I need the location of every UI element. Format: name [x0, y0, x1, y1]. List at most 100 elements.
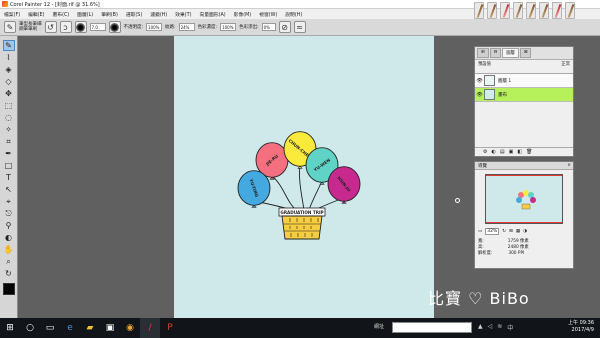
layer-row[interactable]: 👁 圖層 1 [475, 74, 573, 88]
opacity-field[interactable]: 100% [146, 23, 163, 31]
tab-channels[interactable]: ⊞ [477, 48, 489, 58]
eraser-tool-icon[interactable]: ◇ [3, 76, 15, 87]
cloner-icon[interactable]: ⎋ [3, 208, 15, 219]
brush-tool-icon[interactable]: ✎ [2, 40, 15, 51]
blend-mode[interactable]: 正常 [561, 61, 570, 67]
brush-preset-icon[interactable] [513, 2, 523, 19]
menu-help[interactable]: 說明(H) [285, 11, 302, 18]
bleed-field[interactable]: 0% [261, 23, 276, 31]
wifi-icon[interactable]: ≋ [497, 323, 502, 332]
clock[interactable]: 上午 09:36 2017/4/9 [568, 320, 594, 334]
menu-canvas[interactable]: 畫布(C) [52, 11, 69, 18]
color-management-icon[interactable]: ◑ [523, 229, 527, 234]
canvas-paper[interactable]: JIE-RU CHUN-CHEN YU-WEN YU-TING HSIN-JU GRAD… [174, 36, 434, 318]
delete-layer-icon[interactable]: 🗑 [526, 149, 532, 155]
menu-layers[interactable]: 圖層(L) [77, 11, 93, 18]
powerpoint-icon[interactable]: P [160, 318, 180, 338]
clock-time: 上午 09:36 [568, 320, 594, 326]
window-title: Corel Painter 12 - [封面.rif @ 31.6%] [10, 1, 100, 8]
brush-preset-icon[interactable] [500, 2, 510, 19]
menu-window[interactable]: 視窗(W) [259, 11, 277, 18]
dab-preview-icon [76, 22, 85, 32]
panel-close-icon[interactable]: × [567, 163, 571, 168]
drawing-mode-icon[interactable]: ▦ [516, 229, 520, 234]
dynamic-plugin-icon[interactable]: ◐ [491, 149, 495, 155]
main-color-swatch[interactable] [2, 283, 15, 295]
menu-filters[interactable]: 濾鏡(H) [150, 11, 167, 18]
canvas-area[interactable]: JIE-RU CHUN-CHEN YU-WEN YU-TING HSIN-JU GRAD… [19, 36, 474, 318]
brush-preset-icon[interactable] [565, 2, 575, 19]
rotate-page-icon[interactable]: ↻ [3, 268, 15, 279]
resaturation-field[interactable]: 100% [220, 23, 237, 31]
menu-vector[interactable]: 向量圖形(A) [199, 11, 225, 18]
brush-preset-icon[interactable] [487, 2, 497, 19]
address-input[interactable] [392, 322, 472, 333]
menu-edit[interactable]: 編輯(E) [28, 11, 44, 18]
zoom-field[interactable]: 32% [485, 228, 500, 235]
windows-start-icon[interactable]: ⊞ [0, 318, 20, 338]
lasso-icon[interactable]: ◌ [3, 112, 15, 123]
paint-bucket-icon[interactable]: ◈ [3, 64, 15, 75]
new-group-icon[interactable]: ▤ [500, 149, 505, 155]
tab-info[interactable]: ⊠ [519, 48, 532, 58]
rotate-icon[interactable]: ↻ [502, 229, 506, 234]
rect-select-icon[interactable]: ⬚ [3, 100, 15, 111]
composite-method[interactable]: 預設值 [478, 61, 491, 67]
pen-path-icon[interactable]: ✒ [3, 148, 15, 159]
volume-icon[interactable]: ◁ [488, 323, 493, 332]
navigator-preview[interactable] [485, 174, 563, 224]
dropper-tool-icon[interactable]: ⌇ [3, 52, 15, 63]
cortana-circle-icon[interactable]: ○ [20, 318, 40, 338]
magnifier-icon[interactable]: ⌕ [3, 256, 15, 267]
tab-paths[interactable]: ⊟ [489, 48, 502, 58]
brush-preset-icon[interactable] [526, 2, 536, 19]
navigator-menu-icon[interactable]: ▭ [478, 229, 482, 234]
menu-effects[interactable]: 效果(T) [175, 11, 191, 18]
bleed-label: 色彩渗出: [239, 25, 259, 30]
brush-preset-icon[interactable] [539, 2, 549, 19]
store-icon[interactable]: ▣ [100, 318, 120, 338]
layer-mask-icon[interactable]: ◧ [517, 149, 522, 155]
layer-row-canvas[interactable]: 👁 畫布 [475, 88, 573, 102]
layer-adjuster-icon[interactable]: ✥ [3, 88, 15, 99]
menu-select[interactable]: 選取(S) [126, 11, 142, 18]
network-icon[interactable]: ▲ [478, 323, 483, 332]
layers-panel: ⊞ ⊟ 圖層 ⊠ 預設值 正常 👁 圖層 1 👁 畫布 ⚙ ◐ ▤ ▣ ◧ 🗑 [474, 46, 574, 157]
text-tool-icon[interactable]: T [3, 172, 15, 183]
dodge-icon[interactable]: ◐ [3, 232, 15, 243]
chrome-icon[interactable]: ◉ [120, 318, 140, 338]
basket [281, 215, 323, 240]
stroke-type-icon[interactable]: ↄ [59, 21, 72, 33]
task-view-icon[interactable]: ▭ [40, 318, 60, 338]
brush-dab-icon[interactable] [74, 21, 87, 33]
edge-browser-icon[interactable]: e [60, 318, 80, 338]
grid-icon[interactable]: ⊞ [509, 229, 513, 234]
brush-preset-icon[interactable] [552, 2, 562, 19]
reset-tool-icon[interactable]: ↺ [44, 21, 57, 33]
grain-field[interactable]: 24% [178, 23, 195, 31]
ime-icon[interactable]: 中 [507, 323, 513, 332]
menu-brushes[interactable]: 筆刷(B) [101, 11, 118, 18]
new-layer-icon[interactable]: ▣ [509, 149, 514, 155]
menu-image[interactable]: 影像(M) [234, 11, 251, 18]
magic-wand-icon[interactable]: ✧ [3, 124, 15, 135]
eye-icon[interactable]: 👁 [475, 92, 484, 98]
grabber-hand-icon[interactable]: ✋ [3, 244, 15, 255]
file-explorer-icon[interactable]: ▰ [80, 318, 100, 338]
pen-tool-icon[interactable]: ✎ [4, 21, 16, 33]
size-field[interactable]: 7.0 [89, 23, 106, 31]
brush-preset-icon[interactable] [474, 2, 484, 19]
jitter-icon[interactable]: ≈ [293, 21, 306, 33]
painter-taskbar-icon[interactable]: / [140, 318, 160, 338]
layer-settings-icon[interactable]: ⚙ [483, 149, 487, 155]
tab-layers[interactable]: 圖層 [502, 48, 519, 58]
eye-icon[interactable]: 👁 [475, 78, 484, 84]
stylus-icon[interactable]: ⊘ [278, 21, 291, 33]
crop-tool-icon[interactable]: ⌗ [3, 136, 15, 147]
shape-select-icon[interactable]: ↖ [3, 184, 15, 195]
navigator-toolbar: ▭ 32% ↻ ⊞ ▦ ◑ [475, 228, 573, 235]
menu-file[interactable]: 檔案(F) [4, 11, 20, 18]
mirror-icon[interactable]: ⌖ [3, 196, 15, 207]
shape-tool-icon[interactable]: □ [3, 160, 15, 171]
rubber-stamp-icon[interactable]: ⚲ [3, 220, 15, 231]
